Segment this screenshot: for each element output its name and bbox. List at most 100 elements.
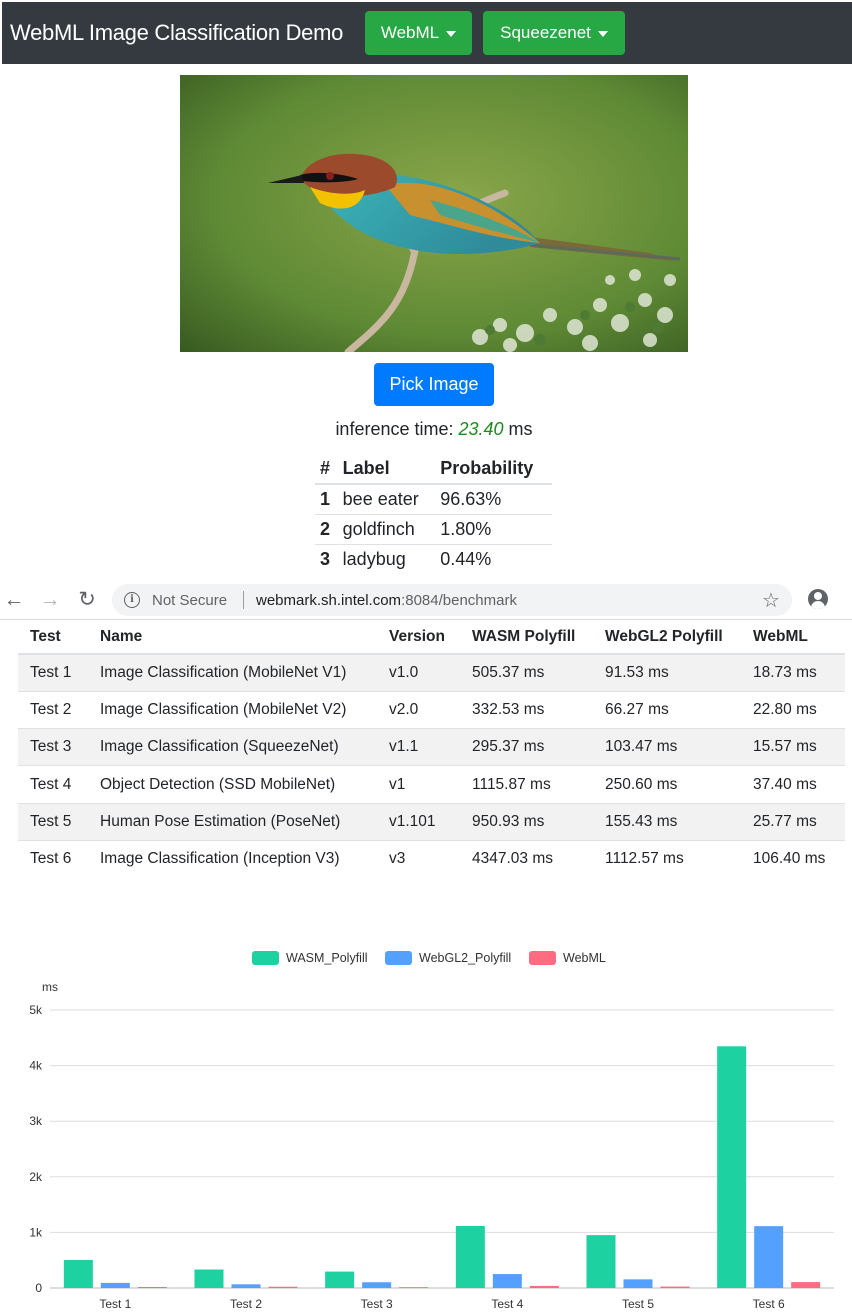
webml-cell: 37.40 ms: [741, 765, 845, 804]
webgl2-cell: 103.47 ms: [593, 728, 741, 766]
url-host: webmark.sh.intel.com: [256, 592, 402, 609]
test-cell: Test 2: [18, 690, 88, 729]
browser-toolbar: ← → ↻ i Not Secure webmark.sh.intel.com:…: [0, 580, 852, 620]
bar: [660, 1286, 690, 1288]
test-cell: Test 5: [18, 802, 88, 841]
x-tick-label: Test 1: [99, 1297, 131, 1311]
bar: [362, 1282, 392, 1288]
y-tick-label: 2k: [29, 1170, 43, 1184]
version-cell: v1.1: [377, 728, 460, 766]
reload-icon[interactable]: ↻: [76, 589, 98, 611]
bar: [325, 1271, 355, 1288]
bar: [137, 1286, 167, 1288]
security-label[interactable]: Not Secure: [152, 592, 227, 609]
version-cell: v1.0: [377, 654, 460, 692]
top-navbar: WebML Image Classification Demo WebML Sq…: [2, 2, 852, 64]
table-row: 2 goldfinch 1.80%: [315, 514, 552, 545]
account-icon[interactable]: [808, 589, 828, 609]
webgl2-cell: 250.60 ms: [593, 765, 741, 804]
wasm-cell: 4347.03 ms: [460, 839, 593, 878]
bookmark-star-icon[interactable]: ☆: [762, 588, 780, 613]
table-row: 1 bee eater 96.63%: [315, 484, 552, 515]
pick-image-button[interactable]: Pick Image: [374, 363, 494, 406]
inference-time: inference time: 23.40 ms: [0, 419, 852, 440]
backend-dropdown-label: WebML: [380, 23, 440, 42]
x-tick-label: Test 6: [753, 1297, 785, 1311]
bar: [231, 1284, 261, 1288]
caret-down-icon: [597, 30, 608, 37]
name-cell: Image Classification (MobileNet V1): [88, 654, 377, 692]
wasm-cell: 505.37 ms: [460, 654, 593, 692]
column-header-webml: WebML: [741, 620, 845, 655]
bar: [754, 1226, 784, 1288]
chart-canvas: 0 1k 2k 3k 4k 5k ms WASM_Polyfill WebGL2_Polyfil…: [29, 951, 834, 1311]
webgl2-cell: 66.27 ms: [593, 690, 741, 729]
info-icon[interactable]: i: [124, 592, 140, 608]
table-row: 3 ladybug 0.44%: [315, 544, 552, 574]
table-header-row: Test Name Version WASM Polyfill WebGL2 P…: [18, 620, 845, 655]
version-cell: v2.0: [377, 690, 460, 729]
column-header-test: Test: [18, 620, 88, 655]
probability-cell: 96.63%: [435, 484, 552, 515]
webml-cell: 18.73 ms: [741, 654, 845, 692]
bar: [100, 1282, 130, 1288]
bar: [717, 1046, 747, 1288]
table-row: Test 2 Image Classification (MobileNet V…: [18, 690, 845, 729]
table-row: Test 6 Image Classification (Inception V…: [18, 839, 845, 878]
webml-cell: 106.40 ms: [741, 839, 845, 878]
table-header-row: # Label Probability: [315, 453, 552, 485]
model-dropdown-label: Squeezenet: [500, 23, 591, 42]
bar: [492, 1274, 522, 1288]
version-cell: v1.101: [377, 802, 460, 841]
bar: [529, 1285, 559, 1288]
webml-cell: 22.80 ms: [741, 690, 845, 729]
x-tick-label: Test 5: [622, 1297, 654, 1311]
divider: [243, 591, 244, 609]
x-tick-label: Test 4: [491, 1297, 523, 1311]
column-header-webgl2: WebGL2 Polyfill: [593, 620, 741, 655]
inference-time-label: inference time:: [335, 419, 459, 439]
y-tick-label: 1k: [29, 1225, 43, 1239]
version-cell: v3: [377, 839, 460, 878]
test-cell: Test 3: [18, 728, 88, 766]
caret-down-icon: [446, 30, 457, 37]
table-row: Test 5 Human Pose Estimation (PoseNet) v…: [18, 802, 845, 841]
label-cell: goldfinch: [337, 514, 436, 545]
x-tick-label: Test 2: [230, 1297, 262, 1311]
column-header-label: Label: [337, 453, 436, 485]
table-row: Test 3 Image Classification (SqueezeNet)…: [18, 728, 845, 766]
test-cell: Test 6: [18, 839, 88, 878]
back-arrow-icon[interactable]: ←: [3, 589, 25, 611]
webgl2-cell: 91.53 ms: [593, 654, 741, 692]
wasm-cell: 1115.87 ms: [460, 765, 593, 804]
rank-cell: 2: [315, 514, 338, 545]
webgl2-cell: 1112.57 ms: [593, 839, 741, 878]
webgl2-cell: 155.43 ms: [593, 802, 741, 841]
model-dropdown-button[interactable]: Squeezenet: [483, 11, 625, 55]
webml-cell: 25.77 ms: [741, 802, 845, 841]
y-tick-label: 4k: [29, 1059, 43, 1073]
inference-time-unit: ms: [503, 419, 533, 439]
column-header-name: Name: [88, 620, 377, 655]
wasm-cell: 950.93 ms: [460, 802, 593, 841]
table-row: Test 4 Object Detection (SSD MobileNet) …: [18, 765, 845, 804]
url-text[interactable]: webmark.sh.intel.com:8084/benchmark: [256, 592, 517, 609]
rank-cell: 3: [320, 548, 331, 569]
probability-cell: 0.44%: [440, 548, 492, 569]
wasm-cell: 295.37 ms: [460, 728, 593, 766]
bar: [194, 1269, 224, 1288]
address-bar[interactable]: i Not Secure webmark.sh.intel.com:8084/b…: [112, 584, 792, 616]
label-cell: ladybug: [342, 548, 406, 569]
backend-dropdown-button[interactable]: WebML: [365, 11, 472, 55]
probability-cell: 1.80%: [435, 514, 552, 545]
webml-cell: 15.57 ms: [741, 728, 845, 766]
test-cell: Test 1: [18, 654, 88, 692]
app-title: WebML Image Classification Demo: [10, 20, 344, 45]
forward-arrow-icon[interactable]: →: [39, 589, 61, 611]
name-cell: Image Classification (SqueezeNet): [88, 728, 377, 766]
test-cell: Test 4: [18, 765, 88, 804]
y-tick-label: 0: [35, 1281, 42, 1295]
bar: [791, 1282, 821, 1288]
legend-swatch: [252, 951, 279, 965]
bar: [623, 1279, 653, 1288]
